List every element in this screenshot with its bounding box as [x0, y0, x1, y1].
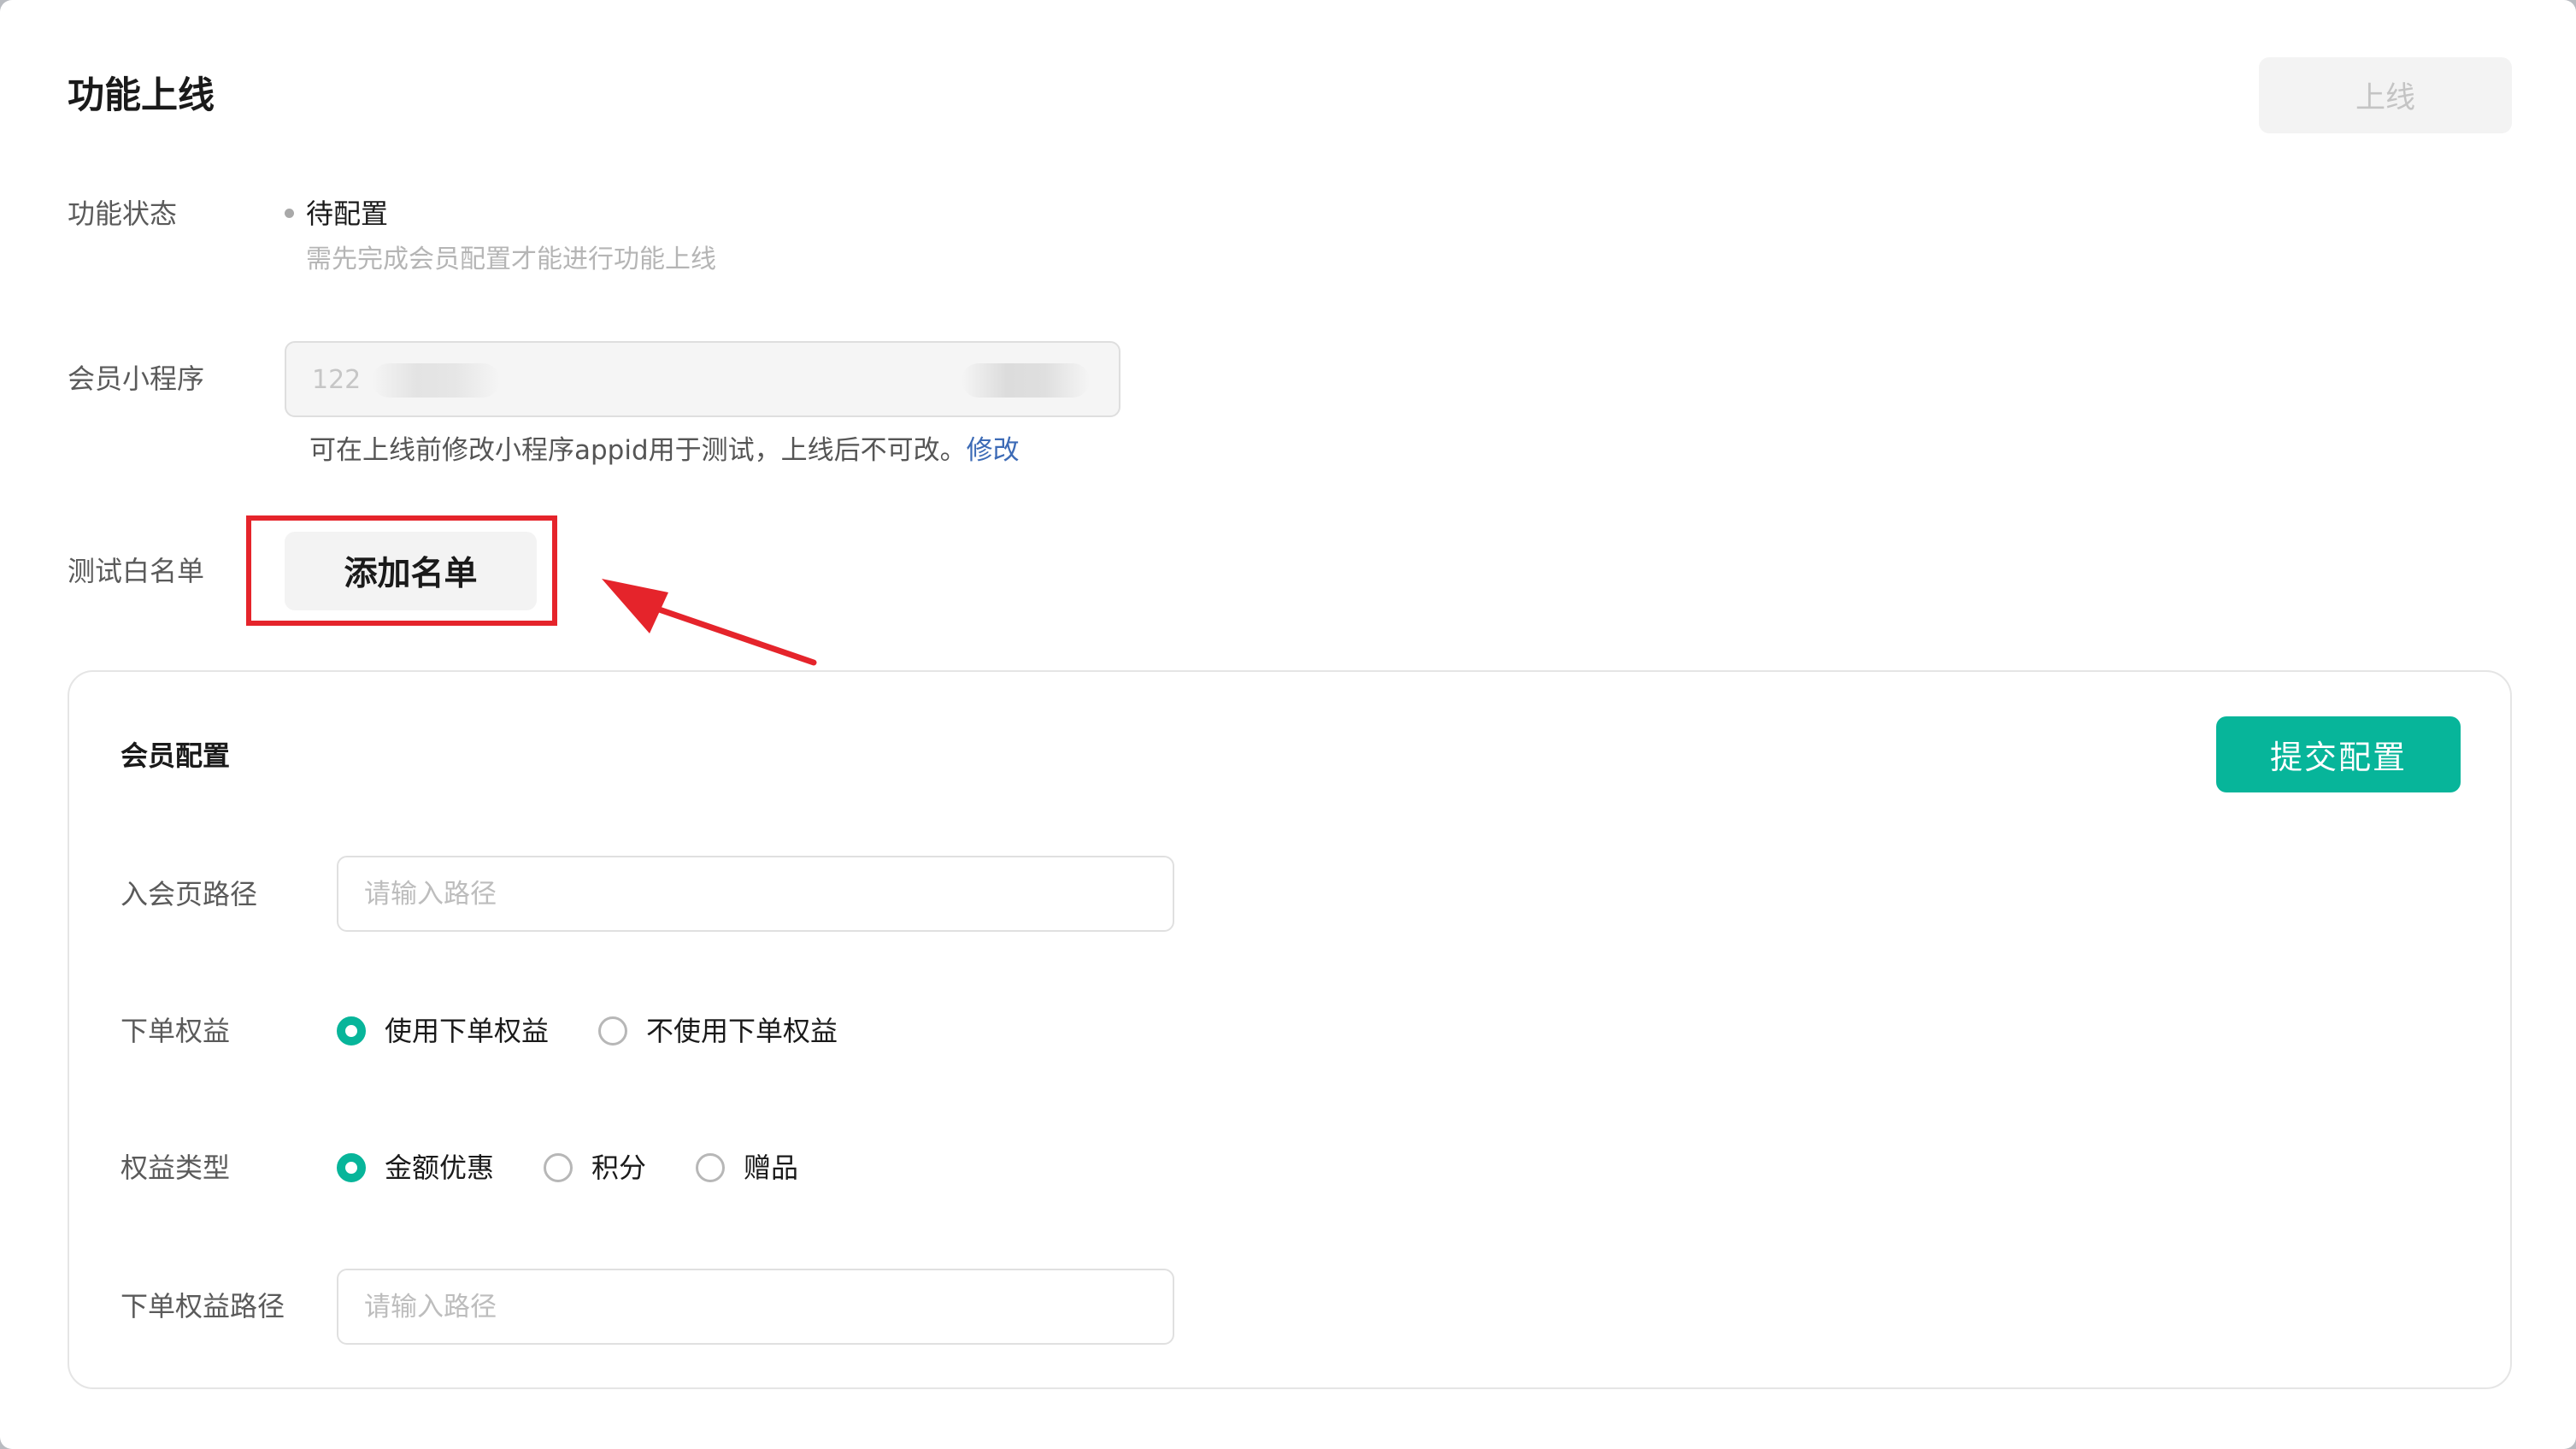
radio-label: 赠品: [744, 1152, 799, 1184]
annotation-arrow-icon: [602, 579, 817, 666]
modify-link[interactable]: 修改: [967, 435, 1020, 466]
radio-label: 不使用下单权益: [646, 1015, 838, 1047]
status-value: 待配置: [306, 197, 389, 230]
order-benefit-label: 下单权益: [121, 1015, 231, 1047]
member-config-title: 会员配置: [121, 739, 231, 772]
radio-label: 金额优惠: [385, 1152, 495, 1184]
benefit-type-label: 权益类型: [121, 1152, 231, 1184]
radio-checked-icon: [337, 1016, 366, 1046]
status-label: 功能状态: [68, 197, 178, 230]
whitelist-label: 测试白名单: [68, 555, 205, 587]
member-config-card: 会员配置 提交配置 入会页路径 下单权益 使用下单权益 不使用下单权益 权益类型…: [68, 670, 2512, 1389]
online-button[interactable]: 上线: [2259, 57, 2512, 133]
submit-config-button[interactable]: 提交配置: [2216, 716, 2461, 792]
join-path-input[interactable]: [337, 856, 1174, 932]
page-title: 功能上线: [68, 74, 215, 117]
radio-gift[interactable]: 赠品: [696, 1149, 798, 1187]
appid-value: 122: [312, 365, 362, 395]
mini-program-label: 会员小程序: [68, 362, 205, 395]
radio-points[interactable]: 积分: [544, 1149, 646, 1187]
order-benefit-path-label: 下单权益路径: [121, 1290, 285, 1322]
radio-label: 积分: [591, 1152, 647, 1184]
benefit-type-radio-group: 金额优惠 积分 赠品: [337, 1149, 848, 1187]
radio-unchecked-icon: [544, 1153, 573, 1182]
radio-unchecked-icon: [598, 1016, 628, 1046]
appid-redaction: [372, 363, 500, 398]
order-benefit-radio-group: 使用下单权益 不使用下单权益: [337, 1012, 887, 1050]
radio-use-order-benefit[interactable]: 使用下单权益: [337, 1012, 549, 1050]
appid-field[interactable]: 122: [285, 341, 1120, 417]
status-hint: 需先完成会员配置才能进行功能上线: [306, 244, 716, 274]
join-path-label: 入会页路径: [121, 878, 258, 910]
radio-amount-discount[interactable]: 金额优惠: [337, 1149, 494, 1187]
status-dot-icon: [285, 209, 294, 218]
highlight-annotation-box: [246, 515, 557, 626]
radio-label: 使用下单权益: [385, 1015, 550, 1047]
radio-checked-icon: [337, 1153, 366, 1182]
appid-hint-text: 可在上线前修改小程序appid用于测试，上线后不可改。: [309, 435, 967, 466]
radio-no-order-benefit[interactable]: 不使用下单权益: [598, 1012, 838, 1050]
appid-hint: 可在上线前修改小程序appid用于测试，上线后不可改。修改: [309, 432, 1020, 469]
radio-unchecked-icon: [696, 1153, 726, 1182]
appid-redaction: [962, 363, 1090, 398]
order-benefit-path-input[interactable]: [337, 1269, 1174, 1345]
feature-launch-page: 功能上线 上线 功能状态 待配置 需先完成会员配置才能进行功能上线 会员小程序 …: [0, 0, 2576, 1449]
